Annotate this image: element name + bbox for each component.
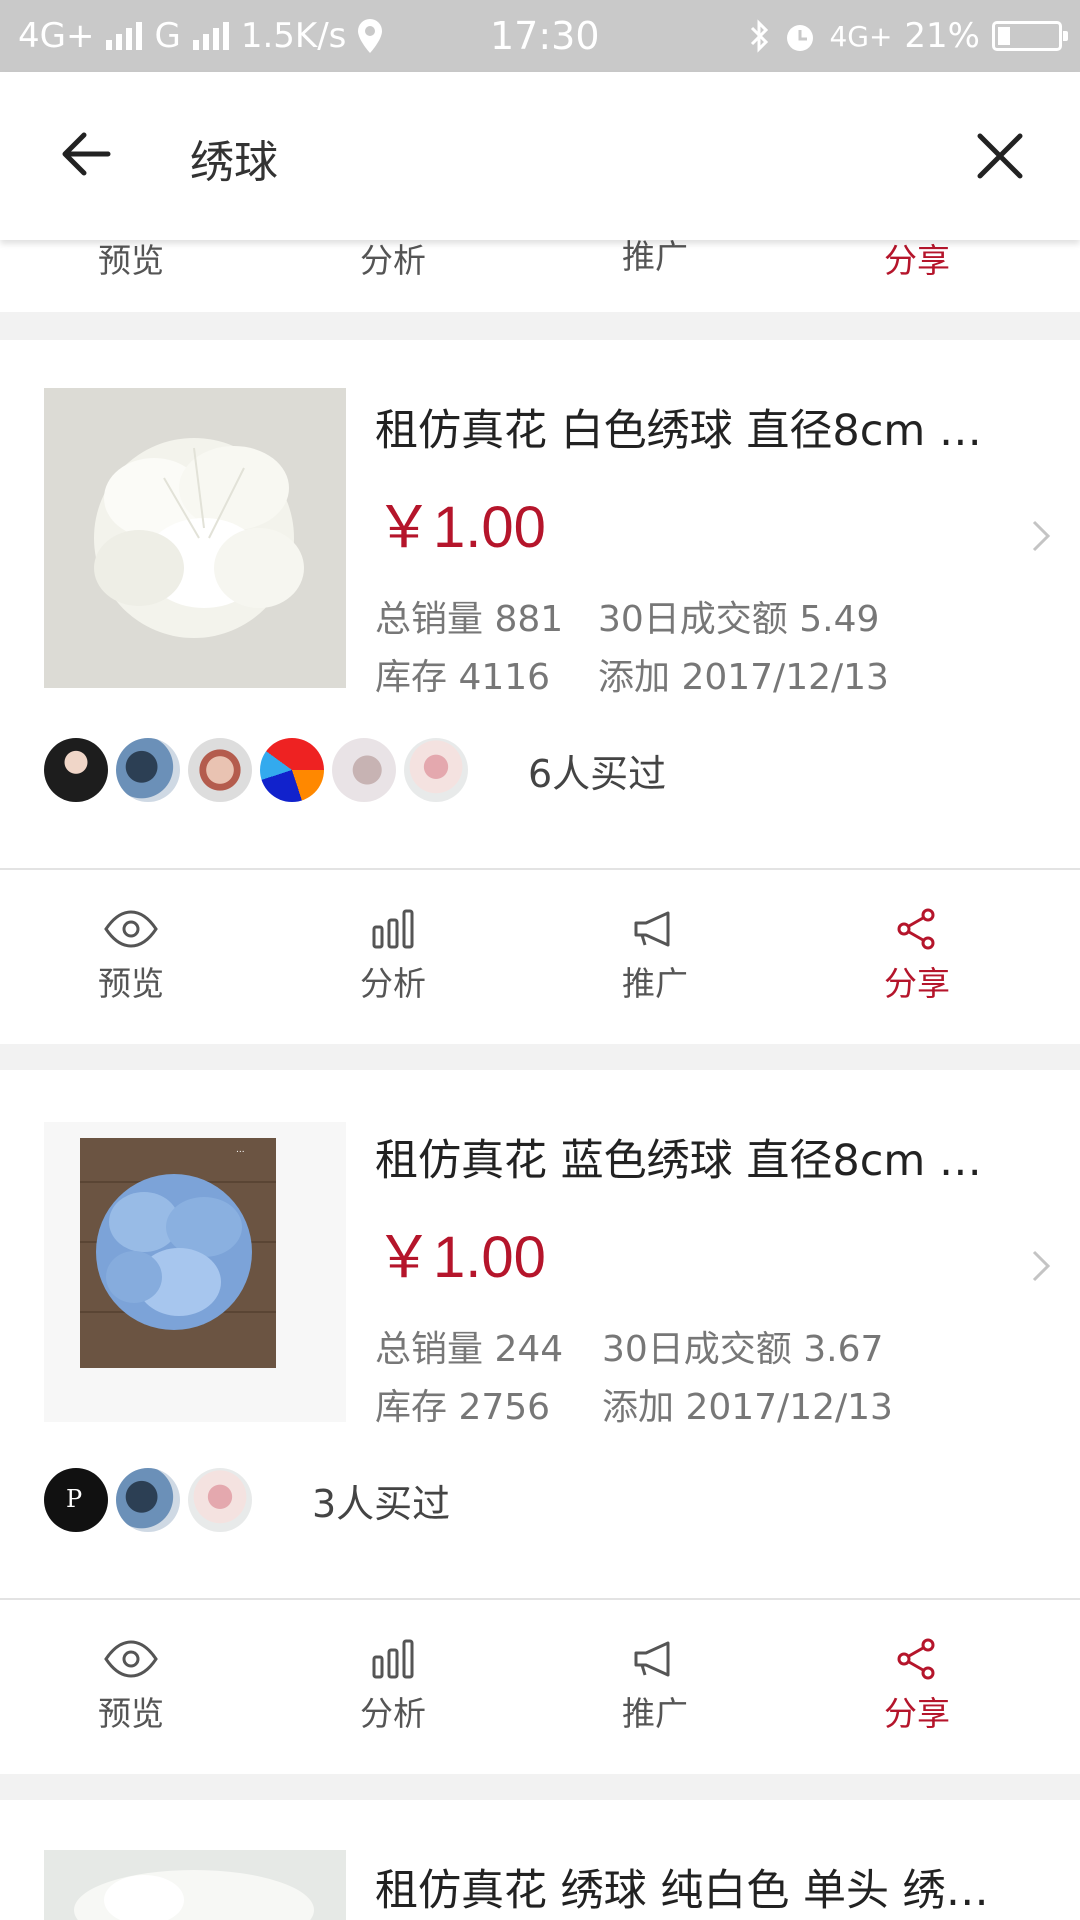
share-icon [897,908,935,950]
analyze-label: 分析 [360,1694,426,1733]
chevron-right-icon[interactable] [1030,516,1054,556]
buyers-row[interactable]: P 3人买过 [44,1468,450,1532]
carrier-g-label: G [154,16,181,56]
network-speed: 1.5K/s [240,16,347,56]
total-sales: 总销量 881 [375,599,564,640]
product-price: ￥1.00 [375,495,546,560]
avatar [260,738,324,802]
alarm-icon [787,25,814,51]
share-button[interactable]: 分享 [786,870,1048,1042]
search-query[interactable]: 绣球 [190,126,278,190]
battery-percent: 21% [904,16,980,56]
product-card[interactable]: 租仿真花 绣球 纯白色 单头 绣球花 [0,1800,1080,1920]
share-label: 分享 [884,964,950,1003]
status-bar: 4G+ G 1.5K/s 17:30 4G+ 21% [0,0,1080,72]
bar-chart-icon [372,909,414,949]
eye-icon [104,910,158,948]
bar-chart-icon [372,1639,414,1679]
preview-label: 预览 [98,1694,164,1733]
megaphone-icon [634,911,670,947]
share-label: 分享 [884,241,950,280]
svg-text:P: P [66,1485,82,1513]
action-bar: 预览 分析 推广 分享 [0,870,1080,1042]
buyers-count: 6人买过 [528,751,667,796]
product-image [44,388,346,688]
buyers-row[interactable]: 6人买过 [44,738,666,802]
preview-label: 预览 [98,964,164,1003]
preview-label: 预览 [98,241,164,280]
analyze-label: 分析 [360,241,426,280]
share-icon [897,1638,935,1680]
signal-icon-2 [192,22,229,50]
preview-button[interactable]: 预览 [0,1600,262,1772]
turnover-30d: 30日成交额 3.67 [602,1329,884,1370]
preview-button[interactable]: 预览 [0,870,262,1042]
product-card[interactable]: 租仿真花 白色绣球 直径8cm 绣球 结婚 婚庆 ￥1.00 总销量 881 3… [0,340,1080,1044]
search-header: 绣球 [0,72,1080,240]
avatar [116,1468,180,1532]
added-date: 添加 2017/12/13 [598,657,889,698]
network-type-right: 4G+ [829,19,893,53]
promote-label: 推广 [622,1694,688,1733]
analyze-button[interactable]: 分析 [262,1600,524,1772]
action-bar: 预览 分析 推广 分享 [0,1600,1080,1772]
product-title: 租仿真花 绣球 纯白色 单头 绣球花 [375,1866,995,1916]
promote-label: 推广 [622,964,688,1003]
share-label: 分享 [884,1694,950,1733]
avatar [116,738,180,802]
promote-button[interactable]: 推广 [524,870,786,1042]
stock: 库存 2756 [375,1387,551,1428]
svg-text:...: ... [236,1145,245,1155]
avatar [188,738,252,802]
added-date: 添加 2017/12/13 [602,1387,893,1428]
turnover-30d: 30日成交额 5.49 [598,599,880,640]
battery-icon [992,21,1068,51]
analyze-label: 分析 [360,964,426,1003]
stock: 库存 4116 [375,657,551,698]
analyze-button[interactable]: 分析 [262,870,524,1042]
close-icon[interactable] [972,128,1028,184]
product-card[interactable]: ... 租仿真花 蓝色绣球 直径8cm 绣球 结婚 婚庆 ￥1.00 总销量 2… [0,1070,1080,1774]
avatar [44,738,108,802]
share-button[interactable]: 分享 [786,1600,1048,1772]
total-sales: 总销量 244 [375,1329,564,1370]
clock: 17:30 [490,14,600,58]
buyers-count: 3人买过 [312,1481,451,1526]
avatar: P [44,1468,108,1532]
location-icon [358,19,383,53]
status-left: 4G+ G 1.5K/s [18,16,383,56]
eye-icon [104,1640,158,1678]
network-type-label: 4G+ [18,16,95,56]
back-arrow-icon[interactable] [56,124,116,184]
product-image: ... [44,1122,346,1422]
chevron-right-icon[interactable] [1030,1246,1054,1286]
bluetooth-icon [751,19,769,53]
avatar [188,1468,252,1532]
signal-icon [106,22,143,50]
product-title: 租仿真花 白色绣球 直径8cm 绣球 结婚 婚庆 [375,406,995,456]
product-title: 租仿真花 蓝色绣球 直径8cm 绣球 结婚 婚庆 [375,1136,995,1186]
product-price: ￥1.00 [375,1225,546,1290]
avatar [332,738,396,802]
product-image [44,1850,346,1920]
status-right: 4G+ 21% [749,16,1068,56]
avatar [404,738,468,802]
promote-button[interactable]: 推广 [524,1600,786,1772]
megaphone-icon [634,1641,670,1677]
